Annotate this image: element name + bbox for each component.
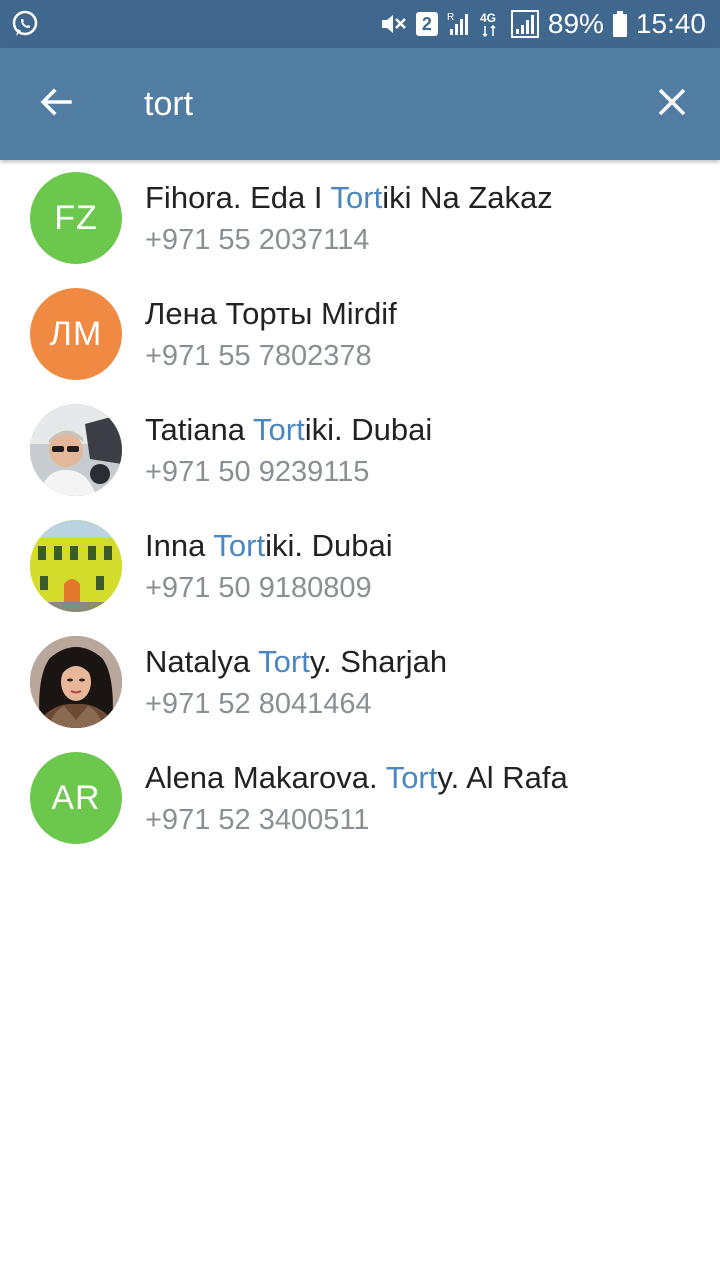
contact-phone: +971 52 3400511 (145, 804, 370, 836)
contact-phone: +971 55 2037114 (145, 224, 370, 256)
contact-phone: +971 55 7802378 (145, 340, 372, 372)
contact-name: Alena Makarova. Torty. Al Rafa (145, 760, 568, 796)
search-toolbar (0, 48, 720, 160)
avatar-photo (30, 520, 122, 612)
name-text: Alena Makarova. (145, 760, 386, 795)
contact-row[interactable]: ЛМ Лена Торты Mirdif +971 55 7802378 (0, 276, 720, 392)
name-text: Tatiana (145, 412, 254, 447)
contact-phone: +971 52 8041464 (145, 688, 372, 720)
contact-row[interactable]: Inna Tortiki. Dubai +971 50 9180809 (0, 508, 720, 624)
person-photo-icon (30, 404, 122, 496)
whatsapp-icon (10, 9, 40, 39)
contact-row[interactable]: FZ Fihora. Eda I Tortiki Na Zakaz +971 5… (0, 160, 720, 276)
contact-row[interactable]: Natalya Torty. Sharjah +971 52 8041464 (0, 624, 720, 740)
mute-icon (378, 9, 408, 39)
avatar-photo (30, 404, 122, 496)
avatar: ЛМ (30, 288, 122, 380)
name-text: y. Sharjah (309, 644, 448, 679)
person-photo-icon (30, 636, 122, 728)
contact-list: FZ Fihora. Eda I Tortiki Na Zakaz +971 5… (0, 160, 720, 856)
building-photo-icon (30, 520, 122, 612)
name-text: iki Na Zakaz (382, 180, 553, 215)
name-match-highlight: Tort (258, 644, 310, 679)
name-match-highlight: Tort (385, 760, 438, 795)
contact-name: Inna Tortiki. Dubai (145, 528, 393, 564)
name-text: Fihora. Eda I (145, 180, 331, 215)
name-text: Лена Торты Mirdif (145, 296, 397, 331)
contact-name: Fihora. Eda I Tortiki Na Zakaz (145, 180, 553, 216)
status-bar: 2 R 4G 89% 15:40 (0, 0, 720, 48)
contact-phone: +971 50 9180809 (145, 572, 372, 604)
name-text: y. Al Rafa (437, 760, 568, 795)
avatar-photo (30, 636, 122, 728)
name-text: Inna (145, 528, 214, 563)
roaming-signal-icon: R (446, 9, 472, 39)
contact-name: Tatiana Tortiki. Dubai (145, 412, 432, 448)
4g-icon: 4G (480, 9, 502, 39)
avatar-initials: ЛМ (49, 314, 103, 353)
name-match-highlight: Tort (253, 412, 305, 447)
signal-icon (510, 9, 540, 39)
battery-icon (612, 9, 628, 39)
close-icon (657, 87, 687, 122)
contact-name: Лена Торты Mirdif (145, 296, 397, 332)
contact-row[interactable]: Tatiana Tortiki. Dubai +971 50 9239115 (0, 392, 720, 508)
arrow-back-icon (38, 84, 74, 125)
battery-percent: 89% (547, 8, 604, 39)
avatar: FZ (30, 172, 122, 264)
avatar-initials: AR (51, 778, 101, 817)
back-button[interactable] (24, 72, 88, 136)
contact-phone: +971 50 9239115 (145, 456, 370, 488)
svg-text:R: R (447, 12, 454, 23)
name-match-highlight: Tort (330, 180, 383, 215)
clear-search-button[interactable] (640, 72, 704, 136)
avatar-initials: FZ (54, 198, 98, 237)
search-input[interactable] (144, 78, 604, 130)
avatar: AR (30, 752, 122, 844)
name-text: iki. Dubai (304, 412, 433, 447)
svg-text:4G: 4G (480, 11, 496, 25)
contact-row[interactable]: AR Alena Makarova. Torty. Al Rafa +971 5… (0, 740, 720, 856)
clock: 15:40 (635, 8, 706, 39)
name-text: iki. Dubai (265, 528, 393, 563)
contact-name: Natalya Torty. Sharjah (145, 644, 447, 680)
sim-icon: 2 (415, 12, 438, 36)
name-match-highlight: Tort (213, 528, 266, 563)
name-text: Natalya (145, 644, 259, 679)
